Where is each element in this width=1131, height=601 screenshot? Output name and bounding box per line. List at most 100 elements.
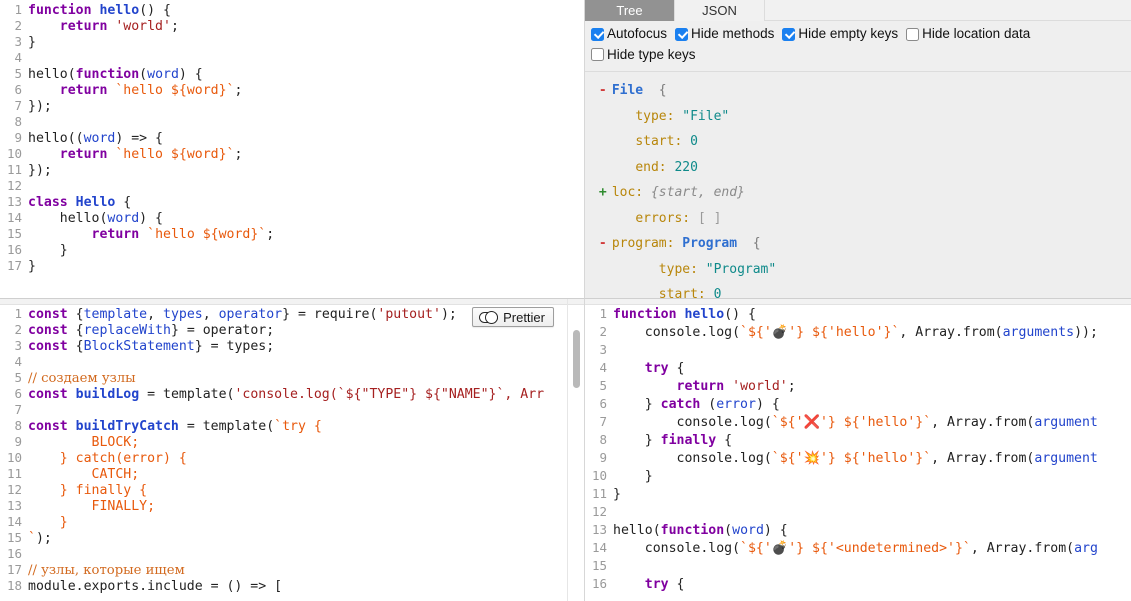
collapse-icon[interactable]: - xyxy=(599,78,612,104)
code-line-text: const {replaceWith} = operator; xyxy=(22,323,274,339)
tree-row[interactable]: end: 220 xyxy=(585,155,1131,181)
code-line: 9 console.log(`${'💥'} ${'hello'}`, Array… xyxy=(585,450,1131,468)
code-line-text: } xyxy=(607,487,621,503)
plugin-code-editor[interactable]: Prettier 1 const {template, types, operat… xyxy=(0,298,585,601)
scrollbar-thumb[interactable] xyxy=(573,330,580,388)
code-line-text: return `hello ${word}`; xyxy=(22,83,243,99)
code-line: 17} xyxy=(0,258,584,274)
code-line-text: class Hello { xyxy=(22,195,131,211)
code-line: 10 } xyxy=(585,468,1131,486)
line-number: 12 xyxy=(6,482,22,497)
tree-row[interactable]: start: 0 xyxy=(585,282,1131,298)
code-line-text: CATCH; xyxy=(22,467,140,483)
code-token: const xyxy=(28,387,68,402)
code-line-text: } xyxy=(22,243,68,259)
checkbox-icon[interactable] xyxy=(675,27,689,41)
code-line-text: } xyxy=(22,515,68,531)
option-hide-methods[interactable]: Hide methods xyxy=(675,25,774,43)
tree-row[interactable]: start: 0 xyxy=(585,129,1131,155)
option-hide-empty-keys[interactable]: Hide empty keys xyxy=(782,25,898,43)
code-token: FINALLY; xyxy=(28,499,156,514)
checkbox-icon[interactable] xyxy=(591,48,604,61)
collapse-icon[interactable]: - xyxy=(599,231,612,257)
tree-row[interactable]: - File { xyxy=(585,78,1131,104)
code-token: } xyxy=(28,35,36,50)
tree-row[interactable]: + loc: {start, end} xyxy=(585,180,1131,206)
ast-tree-rows[interactable]: - File { type: "File" start: 0 end: 220 +… xyxy=(585,72,1131,298)
code-line: 5 return 'world'; xyxy=(585,378,1131,396)
line-number: 9 xyxy=(14,130,22,145)
plugin-editor-scrollbar[interactable] xyxy=(573,306,580,586)
code-line-text: `); xyxy=(22,531,52,547)
tree-row[interactable]: type: "Program" xyxy=(585,257,1131,283)
code-line-text: const {template, types, operator} = requ… xyxy=(22,307,457,323)
tree-token: program: xyxy=(611,236,675,251)
ast-explorer-app: 1 function hello() {2 return 'world'; 3} 4 5… xyxy=(0,0,1131,601)
code-token: console.log( xyxy=(613,325,741,340)
line-number: 7 xyxy=(14,98,22,113)
code-token: `hello ${word}` xyxy=(115,83,235,98)
code-line: 8 const buildTryCatch = template(`try { xyxy=(0,418,584,434)
expand-icon[interactable]: + xyxy=(599,180,612,206)
code-line-text: console.log(`${'💣'} ${'hello'}`, Array.f… xyxy=(607,325,1098,341)
code-line-text: return `hello ${word}`; xyxy=(22,147,243,163)
output-code-lines[interactable]: 1 function hello() {2 console.log(`${'💣'}… xyxy=(585,305,1131,594)
line-number: 6 xyxy=(14,386,22,401)
ast-tree-panel: Tree JSON Autofocus Hide methods Hide empt… xyxy=(585,0,1131,298)
tree-token: 0 xyxy=(713,287,722,298)
tab-json[interactable]: JSON xyxy=(675,0,765,21)
option-hide-location-data[interactable]: Hide location data xyxy=(906,25,1030,43)
code-token: template xyxy=(83,307,148,322)
line-number: 10 xyxy=(6,146,22,161)
code-token: // создаем узлы xyxy=(28,371,136,386)
option-autofocus[interactable]: Autofocus xyxy=(591,25,667,43)
tab-tree[interactable]: Tree xyxy=(585,0,675,21)
code-token: arguments xyxy=(1002,325,1075,340)
transformed-output-editor[interactable]: 1 function hello() {2 console.log(`${'💣'}… xyxy=(585,298,1131,601)
code-line-text: const buildTryCatch = template(`try { xyxy=(22,419,322,435)
code-token: argument xyxy=(1034,451,1098,466)
tree-token: 0 xyxy=(690,134,698,149)
line-number: 7 xyxy=(14,402,22,417)
code-token: ) => { xyxy=(115,131,163,146)
code-line: 9 BLOCK; xyxy=(0,434,584,450)
code-token: return xyxy=(59,147,108,162)
code-token: { xyxy=(716,433,733,448)
plugin-code-lines[interactable]: 1 const {template, types, operator} = req… xyxy=(0,305,584,594)
tree-row[interactable]: type: "File" xyxy=(585,104,1131,130)
option-hide-type-keys[interactable]: Hide type keys xyxy=(591,46,696,64)
code-token: `${' xyxy=(771,451,804,466)
checkbox-icon[interactable] xyxy=(782,27,796,41)
tree-token xyxy=(682,134,690,149)
line-number: 6 xyxy=(599,396,607,411)
code-token: = template( xyxy=(178,419,275,434)
tree-row[interactable]: - program: Program { xyxy=(585,231,1131,257)
prettier-toggle-button[interactable]: Prettier xyxy=(472,307,554,327)
code-token: `${' xyxy=(771,415,804,430)
code-token: 💣 xyxy=(771,541,789,556)
code-token: argument xyxy=(1034,415,1098,430)
checkbox-icon[interactable] xyxy=(906,27,920,41)
source-code-editor[interactable]: 1 function hello() {2 return 'world'; 3} 4 5… xyxy=(0,0,585,298)
code-token: buildTryCatch xyxy=(75,419,179,434)
checkbox-icon[interactable] xyxy=(591,27,604,41)
line-number: 14 xyxy=(591,540,607,555)
source-code-lines[interactable]: 1 function hello() {2 return 'world'; 3} 4 5… xyxy=(0,0,584,274)
tree-token xyxy=(698,262,706,277)
code-token: , Array.from( xyxy=(931,415,1035,430)
code-token: word xyxy=(147,67,179,82)
code-token: `hello ${word}` xyxy=(115,147,235,162)
code-line: 14 hello(word) { xyxy=(0,210,584,226)
code-token: 'console.log(`${"TYPE"} ${"NAME"}`, Arr xyxy=(234,387,545,402)
line-number: 10 xyxy=(591,468,607,483)
line-number: 2 xyxy=(14,322,22,337)
tree-row[interactable]: errors: [ ] xyxy=(585,206,1131,232)
